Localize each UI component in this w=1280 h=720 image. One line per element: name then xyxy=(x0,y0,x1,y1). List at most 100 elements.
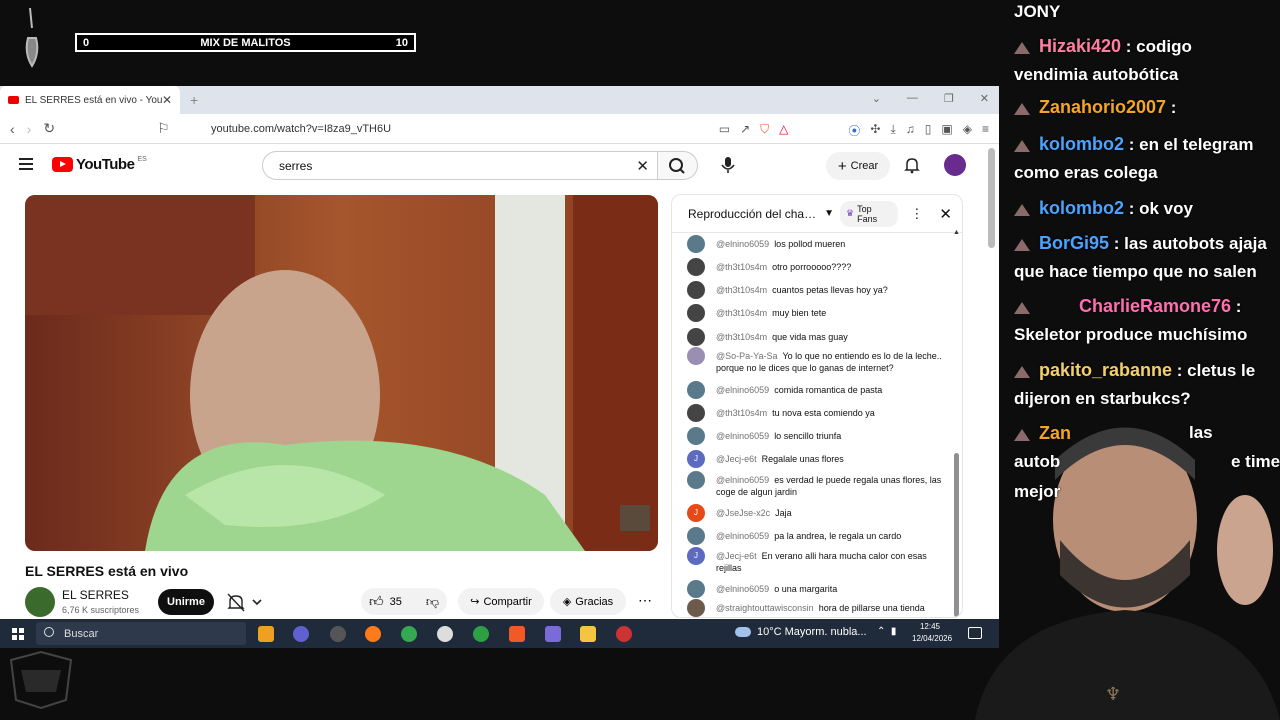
chat-avatar[interactable] xyxy=(687,328,705,346)
account-avatar[interactable] xyxy=(944,154,966,176)
chat-username[interactable]: @elnino6059 xyxy=(716,431,769,441)
top-fans-chip[interactable]: ♛ Top Fans xyxy=(840,200,899,227)
chat-username[interactable]: @elnino6059 xyxy=(716,385,769,395)
store-icon[interactable] xyxy=(258,626,274,642)
create-label: Crear xyxy=(850,160,879,172)
taskbar-search[interactable]: Buscar xyxy=(36,622,246,645)
tab-youtube[interactable]: EL SERRES está en vivo - YouTube ✕ xyxy=(0,86,180,114)
restore-icon[interactable]: ❐ xyxy=(944,92,954,105)
like-button[interactable]: 👍︎ 35 👎︎ xyxy=(361,588,447,615)
wallet-icon[interactable]: ▣ xyxy=(941,122,952,139)
new-tab-icon[interactable]: + xyxy=(190,92,198,108)
reload-icon[interactable]: ↻ xyxy=(43,120,55,137)
chat-username[interactable]: @Jecj-e6t xyxy=(716,454,757,464)
file-explorer-icon[interactable] xyxy=(580,626,596,642)
chat-avatar[interactable] xyxy=(687,404,705,422)
speech-icon[interactable]: ⦿ xyxy=(848,122,860,139)
weather-widget[interactable]: 10°C Mayorm. nubla... xyxy=(735,626,867,638)
video-player[interactable] xyxy=(25,195,658,551)
chat-username[interactable]: @JseJse-x2c xyxy=(716,508,770,518)
chat-username[interactable]: @elnino6059 xyxy=(716,584,769,594)
chat-options-icon[interactable]: ⋮ xyxy=(910,206,923,222)
chat-avatar[interactable] xyxy=(687,527,705,545)
notification-settings-icon[interactable] xyxy=(222,589,272,615)
tray-chevron-icon[interactable]: ⌃ ▮ xyxy=(877,626,896,637)
chat-username[interactable]: @elnino6059 xyxy=(716,531,769,541)
app-icon-3[interactable] xyxy=(545,626,561,642)
media-player-icon[interactable] xyxy=(437,626,453,642)
search-input[interactable]: serres ✕ xyxy=(262,151,658,180)
chat-avatar[interactable] xyxy=(687,258,705,276)
app-icon-4[interactable] xyxy=(616,626,632,642)
chat-avatar[interactable] xyxy=(687,599,705,617)
music-icon[interactable]: ♫ xyxy=(906,122,915,139)
windows-start-icon[interactable] xyxy=(12,628,24,640)
rewards-icon[interactable]: △ xyxy=(779,122,788,139)
thanks-button[interactable]: ◈ Gracias xyxy=(550,588,626,615)
share-page-icon[interactable]: ↗ xyxy=(740,122,750,139)
tab-list-icon[interactable]: ⌄ xyxy=(872,92,881,105)
chat-title[interactable]: Reproducción del chat d... xyxy=(688,207,818,221)
scroll-up-icon[interactable]: ▲ xyxy=(953,229,960,236)
search-button[interactable] xyxy=(658,151,698,180)
share-button[interactable]: ↪ Compartir xyxy=(458,588,544,615)
join-button[interactable]: Unirme xyxy=(158,589,214,615)
clear-search-icon[interactable]: ✕ xyxy=(636,157,649,175)
create-button[interactable]: + Crear xyxy=(826,152,890,180)
app-icon-1[interactable] xyxy=(293,626,309,642)
chat-avatar[interactable] xyxy=(687,471,705,489)
chat-avatar[interactable] xyxy=(687,580,705,598)
chevron-down-icon[interactable]: ▼ xyxy=(824,208,834,219)
chat-username[interactable]: @th3t10s4m xyxy=(716,408,767,418)
xbox-icon[interactable] xyxy=(473,626,489,642)
chat-avatar[interactable]: J xyxy=(687,450,705,468)
chat-username[interactable]: @th3t10s4m xyxy=(716,262,767,272)
more-actions-icon[interactable]: ⋯ xyxy=(634,588,656,615)
chat-avatar[interactable]: J xyxy=(687,504,705,522)
close-chat-icon[interactable]: ✕ xyxy=(939,205,952,223)
app-icon-2[interactable] xyxy=(330,626,346,642)
clock[interactable]: 12:45 12/04/2026 xyxy=(912,621,952,645)
close-window-icon[interactable]: ✕ xyxy=(980,92,989,105)
channel-avatar[interactable] xyxy=(25,587,55,617)
chat-username[interactable]: @elnino6059 xyxy=(716,475,769,485)
bookmark-icon[interactable]: ⚐ xyxy=(157,120,170,137)
forward-icon[interactable]: › xyxy=(27,121,32,137)
extensions-icon[interactable]: ✣ xyxy=(870,122,880,139)
chat-username[interactable]: @elnino6059 xyxy=(716,239,769,249)
share-icon: ↪ xyxy=(470,596,480,608)
brave-shield-icon[interactable]: ⛉ xyxy=(760,122,769,139)
hamburger-icon[interactable] xyxy=(19,158,33,170)
sidebar-icon[interactable]: ▯ xyxy=(925,122,932,139)
back-icon[interactable]: ‹ xyxy=(10,121,15,137)
chat-avatar[interactable] xyxy=(687,281,705,299)
notifications-bell-icon[interactable] xyxy=(903,156,921,174)
download-icon[interactable]: ⤓ xyxy=(890,122,895,139)
firefox-icon[interactable] xyxy=(365,626,381,642)
chat-username[interactable]: @So-Pa-Ya-Sa xyxy=(716,351,778,361)
chat-username[interactable]: @th3t10s4m xyxy=(716,308,767,318)
chat-username[interactable]: @th3t10s4m xyxy=(716,332,767,342)
channel-name[interactable]: EL SERRES xyxy=(62,588,129,602)
menu-icon[interactable]: ≡ xyxy=(982,122,989,139)
chat-avatar[interactable] xyxy=(687,427,705,445)
voice-search-icon[interactable] xyxy=(718,154,738,176)
chat-avatar[interactable] xyxy=(687,235,705,253)
url-field[interactable]: youtube.com/watch?v=I8za9_vTH6U xyxy=(211,123,391,135)
chat-avatar[interactable] xyxy=(687,304,705,322)
minimize-icon[interactable]: — xyxy=(907,92,918,105)
screen-icon[interactable]: ▭ xyxy=(719,122,730,139)
chat-username[interactable]: @straightouttawisconsin xyxy=(716,603,814,613)
chat-avatar[interactable] xyxy=(687,347,705,365)
youtube-logo[interactable]: YouTube ES xyxy=(52,156,147,173)
close-tab-icon[interactable]: ✕ xyxy=(162,93,172,107)
brave-icon[interactable] xyxy=(509,626,525,642)
vpn-icon[interactable]: ◈ xyxy=(963,122,972,139)
dislike-button[interactable]: 👎︎ xyxy=(426,594,439,610)
chat-username[interactable]: @th3t10s4m xyxy=(716,285,767,295)
page-scrollbar[interactable] xyxy=(988,148,995,248)
chrome-icon[interactable] xyxy=(401,626,417,642)
chat-avatar[interactable]: J xyxy=(687,547,705,565)
chat-avatar[interactable] xyxy=(687,381,705,399)
chat-username[interactable]: @Jecj-e6t xyxy=(716,551,757,561)
